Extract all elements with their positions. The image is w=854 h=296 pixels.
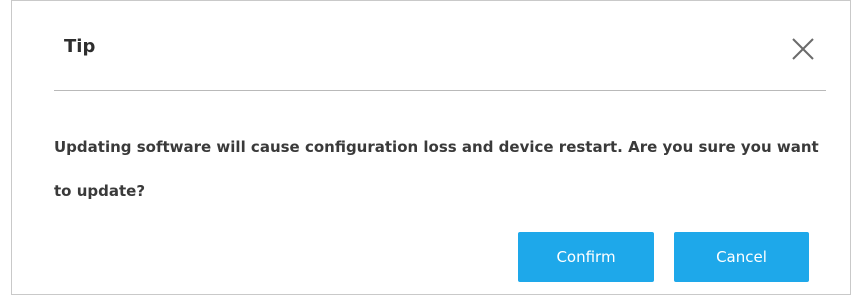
dialog-message: Updating software will cause configurati… <box>54 138 819 200</box>
close-button[interactable] <box>790 36 816 62</box>
title-divider <box>54 90 826 91</box>
cancel-button[interactable]: Cancel <box>674 232 809 282</box>
tip-dialog: Tip Updating software will cause configu… <box>11 0 851 295</box>
close-icon <box>792 38 814 60</box>
dialog-title: Tip <box>64 36 96 57</box>
confirm-button[interactable]: Confirm <box>518 232 654 282</box>
